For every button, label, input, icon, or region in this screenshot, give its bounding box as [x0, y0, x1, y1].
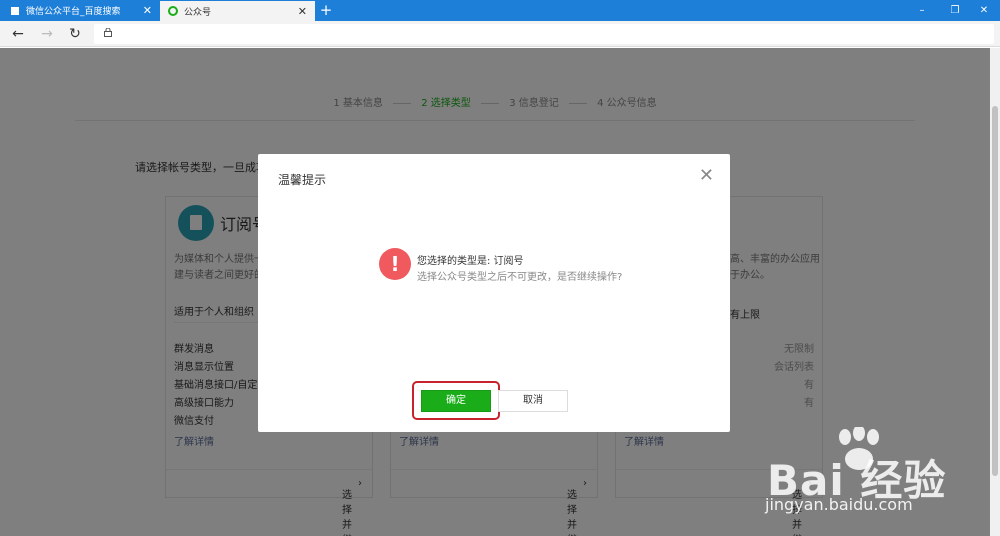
- confirm-button[interactable]: 确定: [421, 390, 491, 412]
- browser-tab-bar: 微信公众平台_百度搜索 ✕ 公众号 ✕ + – ❐ ✕: [0, 0, 1000, 21]
- warning-icon: !: [379, 248, 411, 280]
- refresh-icon[interactable]: ↻: [65, 24, 85, 44]
- url-input[interactable]: [94, 24, 994, 44]
- confirm-dialog: 温馨提示 ✕ ! 您选择的类型是: 订阅号 选择公众号类型之后不可更改，是否继续…: [258, 154, 730, 432]
- dialog-sub-message: 选择公众号类型之后不可更改，是否继续操作?: [417, 272, 623, 283]
- dialog-title: 温馨提示: [278, 173, 327, 187]
- close-icon[interactable]: ✕: [699, 167, 714, 185]
- tab-label: 微信公众平台_百度搜索: [26, 7, 121, 17]
- lock-icon: [104, 28, 112, 37]
- dialog-message: 您选择的类型是: 订阅号: [417, 256, 524, 267]
- minimize-icon[interactable]: –: [904, 0, 940, 21]
- address-bar: ← → ↻: [0, 21, 1000, 47]
- tab-close-icon[interactable]: ✕: [298, 5, 307, 18]
- scrollbar-thumb[interactable]: [992, 106, 998, 476]
- baidu-jingyan-watermark: Bai 经验 jingyan.baidu.com: [755, 425, 1000, 536]
- tab-gongzhonghao[interactable]: 公众号 ✕: [160, 1, 315, 21]
- tab-label: 公众号: [184, 7, 212, 18]
- tab-page-icon: [10, 5, 20, 16]
- forward-icon[interactable]: →: [37, 24, 57, 44]
- back-icon[interactable]: ←: [8, 24, 28, 44]
- watermark-url: jingyan.baidu.com: [765, 495, 913, 514]
- tab-baidu-search[interactable]: 微信公众平台_百度搜索 ✕: [0, 0, 160, 21]
- cancel-button[interactable]: 取消: [498, 390, 568, 412]
- new-tab-icon[interactable]: +: [318, 1, 334, 19]
- wechat-icon: [168, 6, 178, 16]
- tab-close-icon[interactable]: ✕: [143, 4, 152, 17]
- close-window-icon[interactable]: ✕: [966, 0, 1000, 21]
